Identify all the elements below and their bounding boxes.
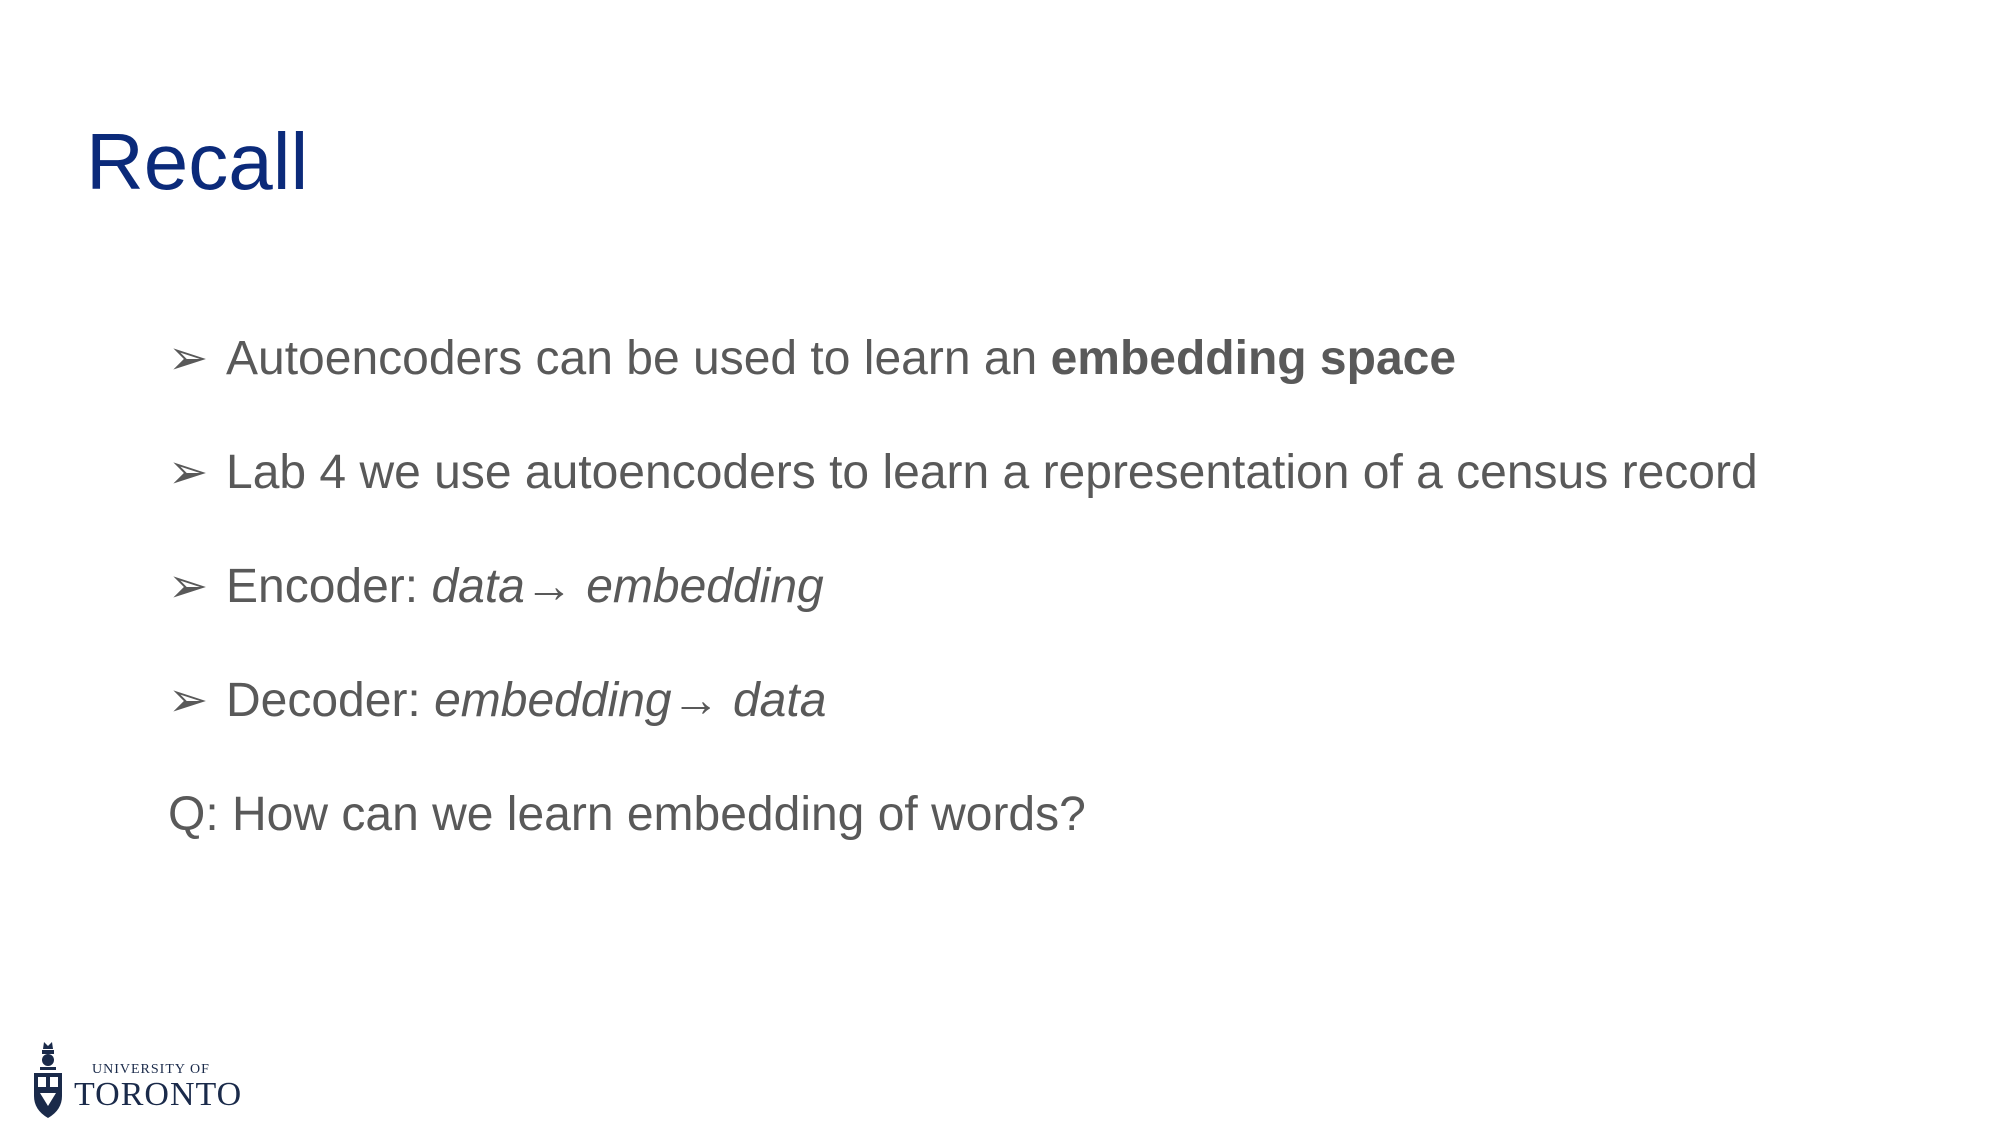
slide-title: Recall <box>86 117 309 206</box>
logo-toronto: TORONTO <box>74 1076 243 1113</box>
crest-icon <box>34 1042 62 1118</box>
bullet-arrow-icon: ➢ <box>168 332 209 385</box>
bullet-list: ➢ Autoencoders can be used to learn an em… <box>168 330 1758 844</box>
bullet-italic: data→ embedding <box>431 560 824 613</box>
university-logo: UNIVERSITY OF TORONTO <box>30 1040 250 1122</box>
bullet-item-decoder: ➢ Decoder: embedding→ data <box>168 672 1758 786</box>
bullet-arrow-icon: ➢ <box>168 560 209 613</box>
bullet-arrow-icon: ➢ <box>168 446 209 499</box>
bullet-text: Lab 4 we use autoencoders to learn a rep… <box>226 446 1758 499</box>
bullet-item-lab4: ➢ Lab 4 we use autoencoders to learn a re… <box>168 444 1758 558</box>
bullet-emphasis: embedding space <box>1050 332 1457 385</box>
bullet-item-autoencoders: ➢ Autoencoders can be used to learn an em… <box>168 330 1758 444</box>
bullet-text: Decoder: <box>226 674 435 727</box>
question-line: Q: How can we learn embedding of words? <box>168 788 1086 841</box>
bullet-text: Encoder: <box>226 560 432 613</box>
bullet-italic: embedding→ data <box>434 674 827 727</box>
bullet-arrow-icon: ➢ <box>168 674 209 727</box>
bullet-item-encoder: ➢ Encoder: data→ embedding <box>168 558 1758 672</box>
bullet-text: Autoencoders can be used to learn an <box>226 332 1051 385</box>
